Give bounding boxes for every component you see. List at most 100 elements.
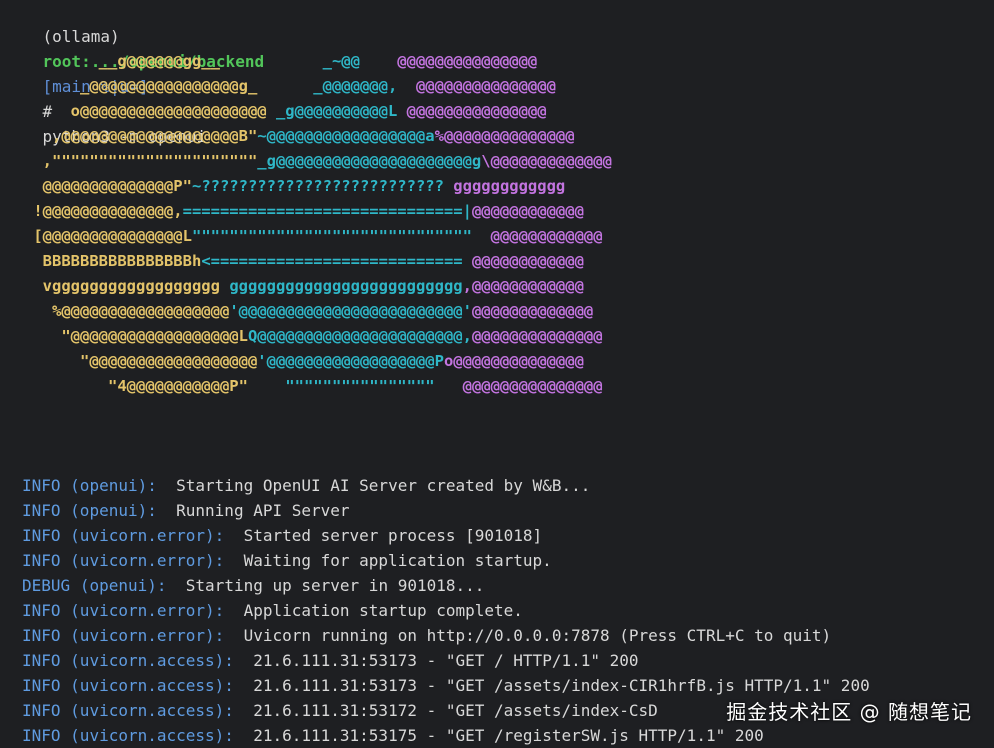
ascii-art-segment: Q@@@@@@@@@@@@@@@@@@@@@@, xyxy=(247,327,472,345)
ascii-art-row: [@@@@@@@@@@@@@@@L"""""""""""""""""""""""… xyxy=(24,224,603,249)
ascii-art-segment: "@@@@@@@@@@@@@@@@@@L xyxy=(24,327,248,345)
log-line: INFO (uvicorn.error): Started server pro… xyxy=(22,523,542,548)
log-source: (uvicorn.error): xyxy=(70,526,225,545)
log-message: Starting OpenUI AI Server created by W&B… xyxy=(156,476,591,495)
log-message: Waiting for application startup. xyxy=(224,551,552,570)
ascii-art-segment: ggggggggggggggggggggggggg xyxy=(229,277,463,295)
ascii-art-segment: @@@@@@@@@@@@ xyxy=(490,227,603,245)
log-message: 21.6.111.31:53175 - "GET /registerSW.js … xyxy=(233,726,764,745)
ascii-art-segment: o@@@@@@@@@@@@@@@@@@@@ xyxy=(24,102,267,120)
ascii-art-segment: _@@@@@@@, xyxy=(257,77,416,95)
log-level: INFO xyxy=(22,601,61,620)
ascii-art-row: vgggggggggggggggggg gggggggggggggggggggg… xyxy=(24,274,584,299)
ascii-art-row: ,""""""""""""""""""""""_g@@@@@@@@@@@@@@@… xyxy=(24,149,612,174)
log-source: (uvicorn.access): xyxy=(70,701,234,720)
log-level: DEBUG xyxy=(22,576,71,595)
ascii-art-segment: @@@@@@@@@@@@ xyxy=(471,202,584,220)
openui-ascii-logo: __g@@@@@@gg__ _~@@ @@@@@@@@@@@@@@@ _@@@@… xyxy=(24,49,612,399)
log-source: (openui): xyxy=(70,501,157,520)
shell-prompt: (ollama) root:.../openui/backend [main %… xyxy=(4,0,265,146)
log-line: INFO (uvicorn.error): Application startu… xyxy=(22,598,523,623)
ascii-art-segment: "4@@@@@@@@@@@P" xyxy=(24,377,248,395)
log-level: INFO xyxy=(22,701,61,720)
ascii-art-row: "4@@@@@@@@@@@P" """""""""""""""" @@@@@@@… xyxy=(24,374,603,399)
ascii-art-segment: %@@@@@@@@@@@@@@ xyxy=(434,127,575,145)
ascii-art-row: %@@@@@@@@@@@@@@@@@@'@@@@@@@@@@@@@@@@@@@@… xyxy=(24,299,593,324)
ascii-art-row: @@@@@@@@@@@@@@P"~???????????????????????… xyxy=(24,174,566,199)
ascii-art-segment: ,"""""""""""""""""""""" xyxy=(24,152,258,170)
log-level: INFO xyxy=(22,726,61,745)
log-message: Application startup complete. xyxy=(224,601,523,620)
ascii-art-segment: @@@@@@@@@@@@ xyxy=(471,252,584,270)
ascii-art-segment: !@@@@@@@@@@@@@@, xyxy=(24,202,183,220)
log-line: INFO (uvicorn.access): 21.6.111.31:53175… xyxy=(22,723,764,748)
ascii-art-segment: _~@@ xyxy=(219,52,398,70)
ascii-art-segment: ,@@@@@@@@@@@@@@@@@@@B" xyxy=(24,127,258,145)
log-message: 21.6.111.31:53173 - "GET / HTTP/1.1" 200 xyxy=(233,651,639,670)
log-line: INFO (uvicorn.error): Uvicorn running on… xyxy=(22,623,831,648)
log-level: INFO xyxy=(22,676,61,695)
ascii-art-segment: @@@@@@@@@@@@@@@ xyxy=(462,377,603,395)
watermark: 掘金技术社区 @ 随想笔记 xyxy=(726,700,972,724)
log-source: (uvicorn.error): xyxy=(70,601,225,620)
ascii-art-segment: @@@@@@@@@@@@@ xyxy=(471,302,594,320)
ascii-art-segment: """""""""""""""" xyxy=(247,377,463,395)
log-level: INFO xyxy=(22,551,61,570)
log-source: (openui): xyxy=(79,576,167,595)
log-line: INFO (uvicorn.access): 21.6.111.31:53173… xyxy=(22,673,870,698)
log-level: INFO xyxy=(22,651,61,670)
ascii-art-segment: BBBBBBBBBBBBBBBBh xyxy=(24,252,202,270)
log-source: (uvicorn.access): xyxy=(70,651,234,670)
ascii-art-segment: _g@@@@@@@@@@@@@@@@@@@@@g xyxy=(257,152,482,170)
log-line: INFO (uvicorn.access): 21.6.111.31:53172… xyxy=(22,698,658,723)
ascii-art-row: _@@@@@@@@@@@@@@@@g_ _@@@@@@@, @@@@@@@@@@… xyxy=(24,74,556,99)
log-level: INFO xyxy=(22,626,61,645)
log-line: INFO (openui): Running API Server xyxy=(22,498,350,523)
ascii-art-segment: @@@@@@@@@@@@@@@ xyxy=(397,52,538,70)
ascii-art-segment: vgggggggggggggggggg xyxy=(24,277,230,295)
log-source: (uvicorn.error): xyxy=(70,626,225,645)
ascii-art-segment: _@@@@@@@@@@@@@@@@g_ xyxy=(24,77,258,95)
log-message: Starting up server in 901018... xyxy=(166,576,485,595)
ascii-art-segment: """""""""""""""""""""""""""""" xyxy=(191,227,491,245)
ascii-art-row: BBBBBBBBBBBBBBBBh<======================… xyxy=(24,249,584,274)
log-source: (uvicorn.access): xyxy=(70,676,234,695)
log-line: INFO (uvicorn.access): 21.6.111.31:53173… xyxy=(22,648,639,673)
log-message: 21.6.111.31:53173 - "GET /assets/index-C… xyxy=(233,676,870,695)
log-level: INFO xyxy=(22,476,61,495)
log-line: INFO (uvicorn.error): Waiting for applic… xyxy=(22,548,552,573)
ascii-art-segment: o@@@@@@@@@@@@@@ xyxy=(443,352,584,370)
log-source: (uvicorn.error): xyxy=(70,551,225,570)
log-source: (openui): xyxy=(70,476,157,495)
ascii-art-row: "@@@@@@@@@@@@@@@@@@LQ@@@@@@@@@@@@@@@@@@@… xyxy=(24,324,603,349)
log-line: INFO (openui): Starting OpenUI AI Server… xyxy=(22,473,590,498)
ascii-art-segment: '@@@@@@@@@@@@@@@@@@P xyxy=(257,352,444,370)
terminal-window[interactable]: (ollama) root:.../openui/backend [main %… xyxy=(0,0,994,748)
ascii-art-segment: ==============================| xyxy=(182,202,472,220)
log-message: Started server process [901018] xyxy=(224,526,543,545)
log-line: DEBUG (openui): Starting up server in 90… xyxy=(22,573,484,598)
ascii-art-segment: "@@@@@@@@@@@@@@@@@@ xyxy=(24,352,258,370)
log-source: (uvicorn.access): xyxy=(70,726,234,745)
ascii-art-row: __g@@@@@@gg__ _~@@ @@@@@@@@@@@@@@@ xyxy=(24,49,538,74)
log-level: INFO xyxy=(22,526,61,545)
ascii-art-row: "@@@@@@@@@@@@@@@@@@'@@@@@@@@@@@@@@@@@@Po… xyxy=(24,349,584,374)
ascii-art-segment: ~@@@@@@@@@@@@@@@@@a xyxy=(257,127,435,145)
ascii-art-segment: @@@@@@@@@@@@@@P" xyxy=(24,177,192,195)
log-level: INFO xyxy=(22,501,61,520)
ascii-art-segment: \@@@@@@@@@@@@@ xyxy=(481,152,612,170)
ascii-art-segment: _g@@@@@@@@@@L xyxy=(266,102,407,120)
ascii-art-segment: [@@@@@@@@@@@@@@@L xyxy=(24,227,192,245)
ascii-art-segment: <=========================== xyxy=(201,252,472,270)
log-message: Uvicorn running on http://0.0.0.0:7878 (… xyxy=(224,626,832,645)
ascii-art-segment: @@@@@@@@@@@@@@ xyxy=(471,327,603,345)
ascii-art-row: o@@@@@@@@@@@@@@@@@@@@ _g@@@@@@@@@@L @@@@… xyxy=(24,99,547,124)
ascii-art-segment: ~?????????????????????????? xyxy=(191,177,454,195)
log-message: 21.6.111.31:53172 - "GET /assets/index-C… xyxy=(233,701,658,720)
ascii-art-segment: __g@@@@@@gg__ xyxy=(24,52,220,70)
conda-env: (ollama) xyxy=(42,27,120,46)
ascii-art-segment: ,@@@@@@@@@@@@ xyxy=(462,277,584,295)
ascii-art-row: ,@@@@@@@@@@@@@@@@@@@B"~@@@@@@@@@@@@@@@@@… xyxy=(24,124,575,149)
ascii-art-segment: @@@@@@@@@@@@@@@ xyxy=(406,102,547,120)
ascii-art-segment: '@@@@@@@@@@@@@@@@@@@@@@@@' xyxy=(229,302,472,320)
